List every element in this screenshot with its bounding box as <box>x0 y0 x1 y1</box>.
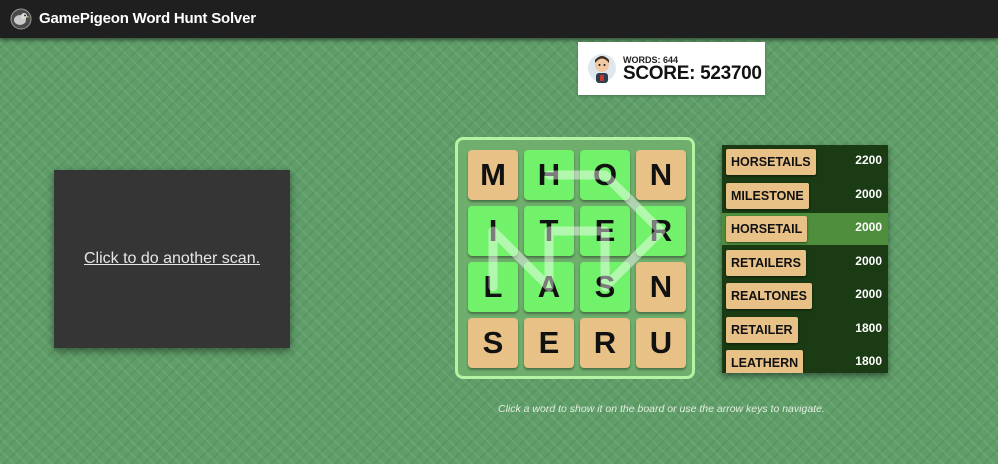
pigeon-icon <box>10 8 32 30</box>
word-list-item[interactable]: MILESTONE 2000 <box>722 180 888 212</box>
navigation-hint: Click a word to show it on the board or … <box>498 403 825 415</box>
score-total: SCORE: 523700 <box>623 63 762 84</box>
game-board: MHONITERLASNSERU <box>455 137 695 379</box>
word-list-item[interactable]: RETAILERS 2000 <box>722 247 888 279</box>
board-tile[interactable]: R <box>636 206 686 256</box>
app-title: GamePigeon Word Hunt Solver <box>39 10 256 27</box>
board-tile[interactable]: M <box>468 150 518 200</box>
word-score: 2000 <box>855 287 882 301</box>
word-label: HORSETAIL <box>726 216 808 242</box>
board-tile[interactable]: S <box>580 262 630 312</box>
board-tile[interactable]: E <box>524 318 574 368</box>
scan-panel: Click to do another scan. <box>54 170 290 348</box>
board-tile[interactable]: R <box>580 318 630 368</box>
board-tile[interactable]: U <box>636 318 686 368</box>
board-tile[interactable]: L <box>468 262 518 312</box>
board-tile[interactable]: S <box>468 318 518 368</box>
board-tile[interactable]: T <box>524 206 574 256</box>
word-list-item[interactable]: REALTONES 2000 <box>722 280 888 312</box>
word-label: REALTONES <box>726 283 812 309</box>
word-label: LEATHERN <box>726 350 804 373</box>
rescan-link[interactable]: Click to do another scan. <box>54 250 290 268</box>
board-tile[interactable]: I <box>468 206 518 256</box>
board-tile[interactable]: E <box>580 206 630 256</box>
board-tile[interactable]: O <box>580 150 630 200</box>
word-label: RETAILER <box>726 316 798 343</box>
word-label: RETAILERS <box>726 249 806 276</box>
word-list: HORSETAILS 2200 MILESTONE 2000 HORSETAIL 2000… <box>722 145 888 373</box>
board-tile[interactable]: N <box>636 150 686 200</box>
word-label: MILESTONE <box>726 182 809 209</box>
word-score: 2000 <box>855 220 882 234</box>
word-list-item[interactable]: HORSETAIL 2000 <box>722 213 888 245</box>
word-label: HORSETAILS <box>726 149 816 175</box>
word-score: 1800 <box>855 354 882 368</box>
word-list-item[interactable]: HORSETAILS 2200 <box>722 146 888 178</box>
word-score: 1800 <box>855 320 882 335</box>
word-list-item[interactable]: RETAILER 1800 <box>722 314 888 346</box>
board-tile[interactable]: H <box>524 150 574 200</box>
pigeon-avatar-icon <box>588 54 616 83</box>
score-card: WORDS: 644 SCORE: 523700 <box>578 42 765 95</box>
word-score: 2200 <box>855 153 882 167</box>
word-list-item[interactable]: LEATHERN 1800 <box>722 347 888 373</box>
board-tile[interactable]: N <box>636 262 686 312</box>
title-bar: GamePigeon Word Hunt Solver <box>0 0 998 38</box>
board-tile[interactable]: A <box>524 262 574 312</box>
word-score: 2000 <box>855 186 882 201</box>
word-score: 2000 <box>855 253 882 268</box>
